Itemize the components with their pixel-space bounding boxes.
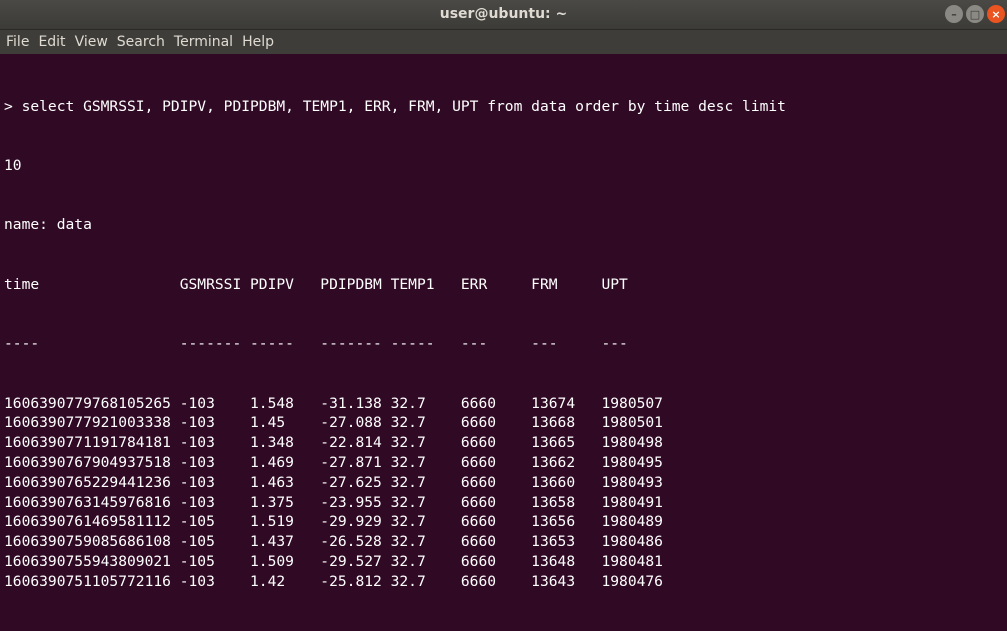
table-row: 1606390765229441236 -103 1.463 -27.625 3… (4, 473, 663, 491)
close-icon[interactable]: × (987, 5, 1005, 23)
window-title: user@ubuntu: ~ (439, 6, 568, 22)
table-row: 1606390763145976816 -103 1.375 -23.955 3… (4, 493, 663, 511)
column-separators: ---- ------- ----- ------- ----- --- ---… (4, 335, 628, 353)
maximize-icon[interactable]: □ (966, 5, 984, 23)
menu-view[interactable]: View (75, 34, 108, 50)
table-row: 1606390759085686108 -105 1.437 -26.528 3… (4, 533, 663, 551)
column-headers: time GSMRSSI PDIPV PDIPDBM TEMP1 ERR FRM… (4, 275, 628, 293)
table-row: 1606390751105772116 -103 1.42 -25.812 32… (4, 572, 663, 590)
menu-file[interactable]: File (6, 34, 29, 50)
table-row: 1606390755943809021 -105 1.509 -29.527 3… (4, 552, 663, 570)
terminal-window: user@ubuntu: ~ – □ × File Edit View Sear… (0, 0, 1007, 590)
table-row: 1606390771191784181 -103 1.348 -22.814 3… (4, 434, 663, 452)
window-controls: – □ × (945, 5, 1005, 23)
command-line: > select GSMRSSI, PDIPV, PDIPDBM, TEMP1,… (4, 97, 786, 115)
menu-bar: File Edit View Search Terminal Help (0, 30, 1007, 54)
command-line-wrap: 10 (4, 156, 22, 174)
minimize-icon[interactable]: – (945, 5, 963, 23)
menu-terminal[interactable]: Terminal (174, 34, 233, 50)
terminal-output[interactable]: > select GSMRSSI, PDIPV, PDIPDBM, TEMP1,… (0, 54, 1007, 631)
table-row: 1606390761469581112 -105 1.519 -29.929 3… (4, 513, 663, 531)
result-name: name: data (4, 216, 92, 234)
result-rows: 1606390779768105265 -103 1.548 -31.138 3… (4, 394, 1007, 592)
table-row: 1606390767904937518 -103 1.469 -27.871 3… (4, 453, 663, 471)
table-row: 1606390779768105265 -103 1.548 -31.138 3… (4, 394, 663, 412)
menu-edit[interactable]: Edit (38, 34, 65, 50)
menu-search[interactable]: Search (117, 34, 165, 50)
menu-help[interactable]: Help (242, 34, 274, 50)
title-bar[interactable]: user@ubuntu: ~ – □ × (0, 0, 1007, 30)
table-row: 1606390777921003338 -103 1.45 -27.088 32… (4, 414, 663, 432)
